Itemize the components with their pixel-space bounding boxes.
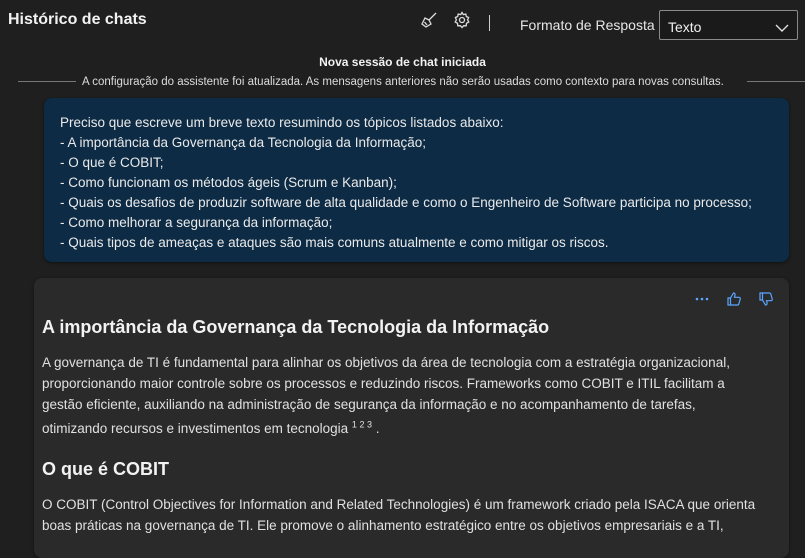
- divider-line-left: [18, 81, 76, 82]
- user-message-line: Preciso que escreve um breve texto resum…: [60, 115, 504, 130]
- user-message-line: - Quais os desafios de produzir software…: [60, 195, 752, 210]
- section-heading: O que é COBIT: [42, 459, 170, 479]
- header: Histórico de chats Formato de Resposta T…: [0, 0, 805, 46]
- user-message: Preciso que escreve um breve texto resum…: [44, 98, 789, 262]
- user-message-line: - O que é COBIT;: [60, 155, 164, 170]
- citation-link[interactable]: 3: [367, 420, 372, 430]
- session-config-note: A configuração do assistente foi atualiz…: [82, 76, 724, 88]
- divider-line-right: [747, 81, 805, 82]
- section-paragraph: A governança de TI é fundamental para al…: [42, 352, 782, 439]
- section-heading: A importância da Governança da Tecnologi…: [42, 317, 550, 337]
- response-format-value: Texto: [668, 19, 702, 35]
- broom-icon[interactable]: [419, 10, 439, 30]
- paragraph-line: otimizando recursos e investimentos em t…: [42, 418, 782, 439]
- thumbs-up-icon[interactable]: [725, 290, 743, 308]
- user-message-line: - Como melhorar a segurança da informaçã…: [60, 215, 333, 230]
- thumbs-down-icon[interactable]: [757, 290, 775, 308]
- section-paragraph: O COBIT (Control Objectives for Informat…: [42, 494, 782, 536]
- chat-history-title: Histórico de chats: [8, 11, 147, 28]
- chevron-down-icon: [775, 20, 789, 38]
- gear-icon[interactable]: [452, 10, 472, 30]
- paragraph-line: O COBIT (Control Objectives for Informat…: [42, 497, 756, 512]
- response-actions: [693, 290, 775, 308]
- citation-link[interactable]: 2: [359, 420, 364, 430]
- session-started-title: Nova sessão de chat iniciada: [319, 55, 486, 69]
- user-message-line: - A importância da Governança da Tecnolo…: [60, 135, 426, 150]
- user-message-line: - Como funcionam os métodos ágeis (Scrum…: [60, 175, 397, 190]
- response-format-label: Formato de Resposta: [520, 17, 655, 33]
- paragraph-text: otimizando recursos e investimentos em t…: [42, 421, 349, 436]
- response-format-select[interactable]: Texto: [659, 10, 798, 40]
- paragraph-line: gestão eficiente, auxiliando na administ…: [42, 397, 696, 412]
- paragraph-line: boas práticas na governança de TI. Ele p…: [42, 518, 724, 533]
- user-message-line: - Quais tipos de ameaças e ataques são m…: [60, 235, 609, 250]
- paragraph-end: .: [375, 421, 380, 436]
- header-separator: [489, 15, 490, 31]
- paragraph-line: proporcionando maior controle sobre os p…: [42, 376, 725, 391]
- more-options-icon[interactable]: [693, 290, 711, 308]
- paragraph-line: A governança de TI é fundamental para al…: [42, 355, 730, 370]
- assistant-response: A importância da Governança da Tecnologi…: [34, 278, 789, 558]
- citation-link[interactable]: 1: [352, 420, 357, 430]
- session-divider: A configuração do assistente foi atualiz…: [0, 76, 805, 88]
